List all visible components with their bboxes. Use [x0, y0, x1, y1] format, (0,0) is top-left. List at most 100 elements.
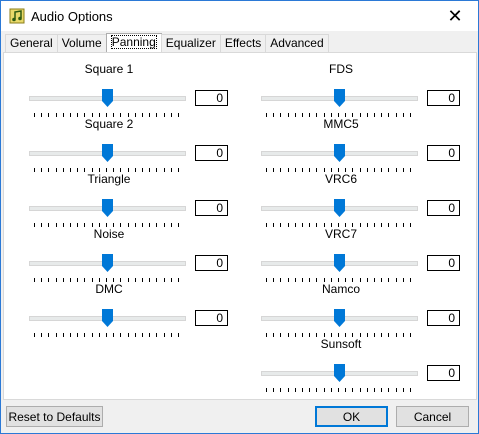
slider-tick	[178, 333, 179, 337]
slider-thumb[interactable]	[101, 144, 113, 162]
channel-square-1: Square 1 0	[29, 62, 229, 117]
pan-value-field[interactable]: 0	[195, 310, 228, 326]
window-title: Audio Options	[31, 9, 113, 24]
slider-tick	[142, 333, 143, 337]
channel-label: Noise	[93, 227, 125, 241]
slider-thumb[interactable]	[333, 364, 345, 382]
channel-namco: Namco 0	[261, 282, 461, 337]
slider-tick	[149, 333, 151, 337]
channel-noise: Noise 0	[29, 227, 229, 282]
pan-value-field[interactable]: 0	[427, 255, 460, 271]
slider-tick	[287, 388, 289, 392]
channel-label: Square 2	[84, 117, 134, 131]
close-icon: ✕	[447, 5, 463, 26]
slider-tick	[345, 388, 347, 392]
ok-button[interactable]: OK	[315, 406, 388, 427]
cancel-button[interactable]: Cancel	[396, 406, 469, 427]
slider-tick	[309, 388, 311, 392]
tab-strip: General Volume Panning Equalizer Effects…	[5, 33, 329, 53]
slider-tick	[366, 388, 368, 392]
channel-fds: FDS 0	[261, 62, 461, 117]
slider-tick	[395, 388, 397, 392]
title-bar: Audio Options ✕	[1, 1, 478, 31]
channel-square-2: Square 2 0	[29, 117, 229, 172]
tab-general[interactable]: General	[5, 34, 58, 52]
channel-label: Triangle	[87, 172, 131, 186]
pan-value-field[interactable]: 0	[427, 90, 460, 106]
slider-thumb[interactable]	[333, 144, 345, 162]
slider-tick	[163, 333, 165, 337]
slider-tick	[91, 333, 93, 337]
pan-value-field[interactable]: 0	[427, 365, 460, 381]
slider-thumb[interactable]	[101, 199, 113, 217]
slider-thumb[interactable]	[333, 309, 345, 327]
tab-label: Effects	[224, 36, 262, 50]
slider-tick	[34, 333, 35, 337]
slider-tick	[374, 388, 375, 392]
slider-tick	[41, 333, 43, 337]
slider-thumb[interactable]	[101, 309, 113, 327]
slider-tick	[330, 388, 332, 392]
slider-tick	[294, 388, 296, 392]
slider-tick	[402, 388, 404, 392]
slider-tick	[48, 333, 50, 337]
slider-tick	[323, 388, 325, 392]
slider-tick	[113, 333, 115, 337]
channel-sunsoft: Sunsoft 0	[261, 337, 461, 392]
channel-label: Namco	[321, 282, 360, 296]
channel-label: DMC	[95, 282, 123, 296]
slider-tick	[84, 333, 86, 337]
tab-equalizer[interactable]: Equalizer	[160, 34, 221, 52]
pan-value-field[interactable]: 0	[427, 145, 460, 161]
pan-value-field[interactable]: 0	[195, 200, 228, 216]
slider-thumb[interactable]	[333, 199, 345, 217]
channel-label: MMC5	[323, 117, 359, 131]
slider-thumb[interactable]	[101, 254, 113, 272]
pan-value-field[interactable]: 0	[195, 145, 228, 161]
pan-value-field[interactable]: 0	[195, 255, 228, 271]
slider-tick	[98, 333, 100, 337]
slider-tick	[338, 388, 339, 392]
slider-tick	[316, 388, 318, 392]
slider-thumb[interactable]	[333, 89, 345, 107]
slider-tick	[120, 333, 122, 337]
slider-ticks	[266, 388, 416, 392]
slider-tick	[134, 333, 136, 337]
panning-panel: Square 1 0 Square 2 0 Triangle 0 Noise 0 DMC…	[3, 52, 477, 400]
tab-volume[interactable]: Volume	[56, 34, 107, 52]
channel-triangle: Triangle 0	[29, 172, 229, 227]
pan-value-field[interactable]: 0	[195, 90, 228, 106]
slider-tick	[381, 388, 383, 392]
channel-mmc5: MMC5 0	[261, 117, 461, 172]
music-note-icon	[9, 8, 25, 24]
tab-label: Volume	[61, 36, 102, 50]
slider-tick	[70, 333, 71, 337]
channel-label: VRC7	[324, 227, 357, 241]
channel-dmc: DMC 0	[29, 282, 229, 337]
channel-label: FDS	[329, 62, 353, 76]
slider-tick	[106, 333, 107, 337]
slider-thumb[interactable]	[101, 89, 113, 107]
slider-tick	[280, 388, 282, 392]
pan-value-field[interactable]: 0	[427, 200, 460, 216]
slider-tick	[62, 333, 64, 337]
tab-effects[interactable]: Effects	[219, 34, 267, 52]
slider-tick	[359, 388, 361, 392]
tab-advanced[interactable]: Advanced	[265, 34, 329, 52]
tab-label: Equalizer	[165, 36, 216, 50]
channel-label: Sunsoft	[320, 337, 362, 351]
slider-thumb[interactable]	[333, 254, 345, 272]
slider-tick	[170, 333, 172, 337]
pan-value-field[interactable]: 0	[427, 310, 460, 326]
channel-vrc6: VRC6 0	[261, 172, 461, 227]
close-button[interactable]: ✕	[432, 1, 478, 31]
slider-tick	[388, 388, 390, 392]
channel-label: VRC6	[324, 172, 357, 186]
channel-label: Square 1	[84, 62, 134, 76]
slider-tick	[410, 388, 411, 392]
channel-vrc7: VRC7 0	[261, 227, 461, 282]
slider-tick	[273, 388, 275, 392]
tab-panning[interactable]: Panning	[105, 33, 162, 53]
reset-defaults-button[interactable]: Reset to Defaults	[6, 406, 103, 427]
slider-tick	[266, 388, 267, 392]
